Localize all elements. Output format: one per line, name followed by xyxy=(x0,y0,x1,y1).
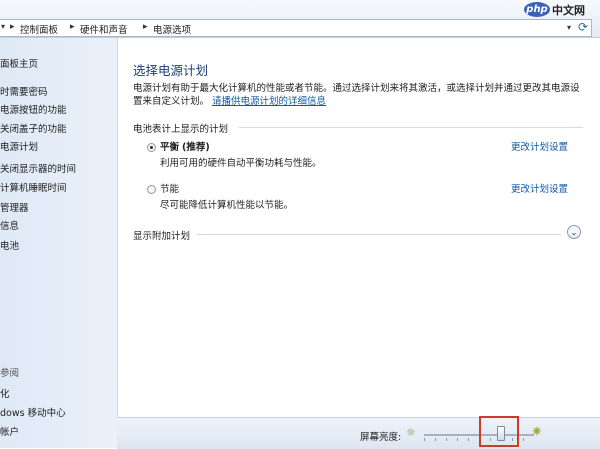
brightness-bar: 屏幕亮度: ☼ ✷ xyxy=(117,416,600,449)
breadcrumb-control-panel[interactable]: 控制面板 xyxy=(20,22,58,36)
sidebar-item-info[interactable]: 信息 xyxy=(0,218,19,232)
breadcrumb-separator-icon[interactable]: ▸ xyxy=(70,22,75,32)
watermark-logo: php 中文网 xyxy=(524,1,585,18)
sun-large-icon: ✷ xyxy=(531,424,543,440)
breadcrumb-hardware-sound[interactable]: 硬件和声音 xyxy=(80,22,128,36)
sidebar-item-lid-close[interactable]: 关闭盖子的功能 xyxy=(0,121,67,135)
additional-plans-label[interactable]: 显示附加计划 xyxy=(133,228,190,242)
intro-text: 电源计划有助于最大化计算机的性能或者节能。通过选择计划来将其激活，或选择计划并通… xyxy=(133,82,583,108)
sidebar-item-sleep-time[interactable]: 计算机睡眠时间 xyxy=(0,180,67,194)
plan-balanced-change-settings-link[interactable]: 更改计划设置 xyxy=(511,139,568,153)
sidebar-item-display-off[interactable]: 关闭显示器的时间 xyxy=(0,161,76,175)
plan-balanced-label: 平衡 xyxy=(160,142,180,153)
brightness-label: 屏幕亮度: xyxy=(360,432,402,443)
plan-balanced-tag: (推荐) xyxy=(182,142,210,153)
refresh-icon[interactable]: ⟳ xyxy=(578,20,588,34)
plan-power-saver-change-settings-link[interactable]: 更改计划设置 xyxy=(511,181,568,195)
annotation-highlight-box xyxy=(479,416,519,447)
plan-details-link[interactable]: 请播供电源计划的详细信息 xyxy=(212,96,326,107)
breadcrumb-separator-icon[interactable]: ▸ xyxy=(10,22,15,32)
address-dropdown-icon[interactable]: ▾ xyxy=(567,23,571,32)
main-content: 选择电源计划 电源计划有助于最大化计算机的性能或者节能。通过选择计划来将其激活，… xyxy=(117,38,600,448)
breadcrumb-power-options[interactable]: 电源选项 xyxy=(153,22,191,36)
plan-power-saver-description: 尽可能降低计算机性能以节能。 xyxy=(160,200,294,211)
section-title-battery-plans: 电池表计上显示的计划 xyxy=(133,124,229,135)
sidebar-item-require-password[interactable]: 时需要密码 xyxy=(0,84,48,98)
sidebar: 面板主页 时需要密码 电源按钮的功能 关闭盖子的功能 电源计划 关闭显示器的时间… xyxy=(0,38,118,448)
logo-mark: php xyxy=(524,2,550,17)
sidebar-item-power-button[interactable]: 电源按钮的功能 xyxy=(0,102,67,116)
plan-power-saver-name[interactable]: 节能 xyxy=(160,181,179,195)
section-divider xyxy=(239,127,583,128)
sidebar-see-also-title: 参阅 xyxy=(0,368,20,379)
sidebar-see-also-accounts[interactable]: 帐户 xyxy=(0,424,19,438)
page-title: 选择电源计划 xyxy=(133,63,209,78)
sun-small-icon: ☼ xyxy=(406,426,416,439)
sidebar-see-also-mobility-center[interactable]: dows 移动中心 xyxy=(0,405,66,419)
address-bar: php 中文网 ▾ ▸ 控制面板 ▸ 硬件和声音 ▸ 电源选项 ▾ ⟳ xyxy=(0,0,600,38)
logo-text: 中文网 xyxy=(552,3,585,17)
address-box[interactable]: ▾ ▸ 控制面板 ▸ 硬件和声音 ▸ 电源选项 ▾ ⟳ xyxy=(0,19,592,37)
breadcrumb-separator-icon[interactable]: ▸ xyxy=(143,22,148,32)
sidebar-item-create-plan[interactable]: 电源计划 xyxy=(0,139,38,153)
sidebar-item-battery[interactable]: 电池 xyxy=(0,238,19,252)
additional-plans-divider xyxy=(197,234,561,235)
plan-balanced-radio[interactable] xyxy=(147,143,156,152)
nav-dropdown-icon[interactable]: ▾ xyxy=(1,22,5,31)
chevron-down-icon[interactable]: ⌄ xyxy=(567,225,581,239)
sidebar-home-link[interactable]: 面板主页 xyxy=(0,56,38,70)
plan-balanced-name[interactable]: 平衡 (推荐) xyxy=(160,139,210,153)
sidebar-see-also-personalize[interactable]: 化 xyxy=(0,386,10,400)
intro-description: 电源计划有助于最大化计算机的性能或者节能。通过选择计划来将其激活，或选择计划并通… xyxy=(133,83,580,107)
plan-power-saver-radio[interactable] xyxy=(147,185,156,194)
plan-balanced-description: 利用可用的硬件自动平衡功耗与性能。 xyxy=(160,158,322,169)
sidebar-item-device-manager[interactable]: 管理器 xyxy=(0,200,29,214)
